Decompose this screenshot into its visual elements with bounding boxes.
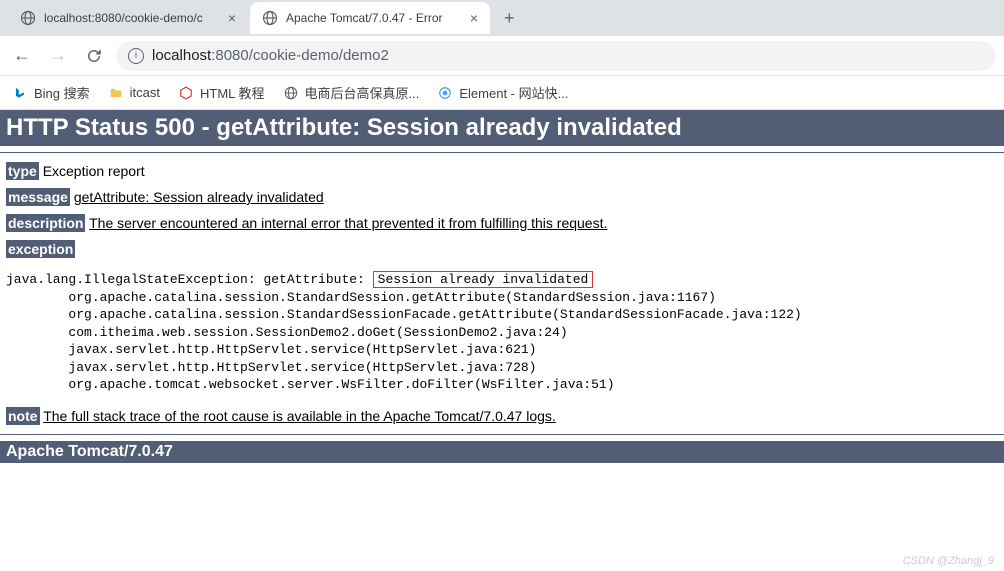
forward-button[interactable]: → [44,42,72,70]
bing-icon [12,85,28,101]
description-label: description [6,214,85,232]
tab-1[interactable]: localhost:8080/cookie-demo/c × [8,2,248,34]
footer-version: Apache Tomcat/7.0.47 [0,441,1004,463]
description-value: The server encountered an internal error… [89,215,607,231]
new-tab-button[interactable]: + [492,8,527,29]
note-value: The full stack trace of the root cause i… [43,408,556,424]
bookmark-label: 电商后台高保真原... [305,83,420,102]
type-value: Exception report [43,163,145,179]
bookmark-ecommerce[interactable]: 电商后台高保真原... [283,83,420,102]
element-icon [437,85,453,101]
url-text: localhost:8080/cookie-demo/demo2 [152,47,389,64]
tab-title: Apache Tomcat/7.0.47 - Error [286,11,462,25]
tab-bar: localhost:8080/cookie-demo/c × Apache To… [0,0,1004,36]
report-body: type Exception report message getAttribu… [0,163,1004,257]
address-bar[interactable]: i localhost:8080/cookie-demo/demo2 [116,41,996,71]
bookmark-bing[interactable]: Bing 搜索 [12,83,90,102]
message-value: getAttribute: Session already invalidate… [74,189,324,205]
site-info-icon[interactable]: i [128,48,144,64]
hex-icon [178,85,194,101]
close-icon[interactable]: × [228,10,236,26]
browser-chrome: localhost:8080/cookie-demo/c × Apache To… [0,0,1004,110]
divider [0,434,1004,435]
reload-button[interactable] [80,42,108,70]
toolbar: ← → i localhost:8080/cookie-demo/demo2 [0,36,1004,76]
page-content: HTTP Status 500 - getAttribute: Session … [0,110,1004,463]
divider [0,152,1004,153]
tab-title: localhost:8080/cookie-demo/c [44,11,220,25]
bookmark-label: Element - 网站快... [459,83,568,102]
report-body-note: note The full stack trace of the root ca… [0,408,1004,424]
exception-label: exception [6,240,75,258]
bookmark-html[interactable]: HTML 教程 [178,83,265,102]
bookmark-label: itcast [130,85,160,100]
bookmark-label: Bing 搜索 [34,83,90,102]
tab-2-active[interactable]: Apache Tomcat/7.0.47 - Error × [250,2,490,34]
back-button[interactable]: ← [8,42,36,70]
stack-trace: java.lang.IllegalStateException: getAttr… [0,267,1004,398]
globe-icon [20,10,36,26]
bookmark-label: HTML 教程 [200,83,265,102]
type-label: type [6,162,39,180]
exception-line: exception [6,241,998,257]
globe-icon [262,10,278,26]
message-label: message [6,188,70,206]
bookmarks-bar: Bing 搜索 itcast HTML 教程 电商后台高保真原... Eleme… [0,76,1004,110]
watermark: CSDN @Zhangj_9 [903,555,994,567]
type-line: type Exception report [6,163,998,179]
bookmark-element[interactable]: Element - 网站快... [437,83,568,102]
status-header: HTTP Status 500 - getAttribute: Session … [0,110,1004,146]
folder-icon [108,85,124,101]
message-line: message getAttribute: Session already in… [6,189,998,205]
description-line: description The server encountered an in… [6,215,998,231]
url-port: :8080 [211,47,249,64]
note-line: note The full stack trace of the root ca… [6,408,998,424]
globe-icon [283,85,299,101]
note-label: note [6,407,40,425]
url-path: /cookie-demo/demo2 [249,47,389,64]
url-host: localhost [152,47,211,64]
close-icon[interactable]: × [470,10,478,26]
bookmark-itcast[interactable]: itcast [108,85,160,101]
